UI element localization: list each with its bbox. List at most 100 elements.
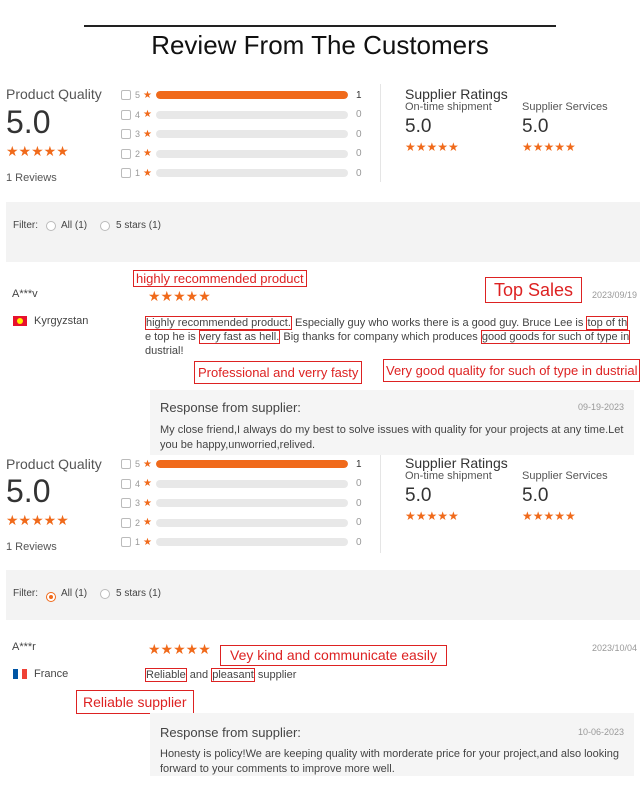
rating-bar-count: 0 [355, 148, 362, 159]
filter-all-radio[interactable] [46, 592, 56, 602]
filter-5stars-radio[interactable] [100, 589, 110, 599]
supplier-ratings-label: Supplier Ratings [405, 86, 508, 102]
review-text-part: e top he is [145, 331, 199, 343]
ontime-shipment-label: On-time shipment [405, 101, 492, 113]
rating-bar-track [155, 518, 348, 527]
reviews-count: 1 Reviews [6, 541, 57, 553]
star-icon: ★ [143, 167, 152, 179]
star-icon: ★ [143, 128, 152, 140]
rating-bar-row[interactable]: 2 ★ 0 [121, 147, 362, 161]
reviewer-name: A***v [12, 288, 38, 300]
annotation-label: Top Sales [485, 277, 583, 303]
divider [380, 84, 381, 182]
highlight: highly recommended product. [145, 316, 292, 330]
rating-bar-count: 0 [355, 497, 362, 509]
review-text-part: Big thanks for company which produces [280, 331, 481, 343]
rating-bar-row[interactable]: 1 ★ 0 [121, 166, 362, 180]
reviewer-country: Kyrgyzstan [34, 315, 89, 327]
rating-filter-checkbox[interactable] [121, 459, 131, 469]
review-date: 2023/10/04 [592, 643, 638, 653]
rating-star-number: 4 [135, 478, 141, 489]
filter-label: Filter: [13, 588, 38, 599]
star-icon: ★ [143, 89, 152, 101]
response-title: Response from supplier: [160, 400, 301, 415]
rating-bar-count: 1 [355, 458, 362, 470]
annotation-label: Reliable supplier [76, 690, 194, 714]
rating-bar-track [155, 149, 348, 158]
rating-bar-track [155, 499, 348, 507]
product-quality-score: 5.0 [6, 473, 51, 509]
rating-bar-count: 0 [355, 167, 362, 179]
filter-all-label[interactable]: All (1) [61, 220, 87, 231]
rating-filter-checkbox[interactable] [121, 90, 131, 100]
highlight: top of th [586, 316, 629, 330]
rating-filter-checkbox[interactable] [121, 478, 131, 489]
filter-all-radio[interactable] [46, 221, 56, 231]
annotation-label: Very good quality for such of type in du… [383, 359, 640, 382]
rating-star-number: 1 [135, 537, 141, 547]
rating-filter-checkbox[interactable] [121, 168, 131, 178]
response-date: 10-06-2023 [578, 727, 625, 737]
rating-bar-fill [155, 460, 348, 468]
rating-star-number: 3 [135, 498, 141, 508]
rating-bar-row[interactable]: 1 ★ 0 [121, 535, 362, 549]
supplier-services-label: Supplier Services [522, 470, 608, 482]
star-icon: ★ [143, 536, 152, 548]
supplier-services-stars: ★★★★★ [522, 140, 576, 154]
page-title: Review From The Customers [151, 30, 489, 60]
rating-filter-checkbox[interactable] [121, 129, 131, 139]
rating-bar-row[interactable]: 5 ★ 1 [121, 88, 362, 102]
rating-bar-row[interactable]: 3 ★ 0 [121, 127, 362, 141]
rating-bar-track [155, 169, 348, 177]
review-stars: ★★★★★ [148, 288, 211, 304]
review-text-part: supplier [254, 669, 297, 681]
rating-filter-checkbox[interactable] [121, 537, 131, 547]
rating-bar-row[interactable]: 4 ★ 0 [121, 108, 362, 122]
ontime-shipment-score: 5.0 [405, 485, 432, 506]
product-quality-stars: ★★★★★ [6, 143, 69, 159]
response-title: Response from supplier: [160, 725, 301, 740]
rating-bar-row[interactable]: 4 ★ 0 [121, 477, 362, 491]
response-date: 09-19-2023 [578, 402, 625, 412]
rating-filter-checkbox[interactable] [121, 498, 131, 508]
annotation-label: highly recommended product [133, 270, 307, 287]
rating-filter-checkbox[interactable] [121, 148, 131, 159]
rating-star-number: 2 [135, 148, 141, 159]
rating-bar-track [155, 110, 348, 119]
product-quality-score: 5.0 [6, 104, 51, 140]
star-icon: ★ [143, 109, 152, 120]
rating-bar-row[interactable]: 3 ★ 0 [121, 496, 362, 510]
star-icon: ★ [143, 517, 152, 528]
rating-star-number: 2 [135, 517, 141, 528]
rating-bar-track [155, 460, 348, 468]
rating-bar-row[interactable]: 5 ★ 1 [121, 457, 362, 471]
filter-5stars-radio[interactable] [100, 221, 110, 231]
ontime-shipment-label: On-time shipment [405, 470, 492, 482]
rating-star-number: 1 [135, 168, 141, 178]
france-flag-icon [13, 669, 28, 679]
product-quality-label: Product Quality [6, 86, 102, 102]
supplier-services-label: Supplier Services [522, 101, 608, 113]
kyrgyzstan-flag-icon [13, 316, 27, 326]
rating-bar-row[interactable]: 2 ★ 0 [121, 516, 362, 530]
supplier-services-score: 5.0 [522, 116, 549, 137]
rating-filter-checkbox[interactable] [121, 517, 131, 528]
response-text: My close friend,I always do my best to s… [160, 424, 624, 451]
ontime-shipment-stars: ★★★★★ [405, 140, 459, 154]
star-icon: ★ [143, 148, 152, 159]
filter-5stars-label[interactable]: 5 stars (1) [116, 588, 161, 599]
filter-bar: Filter: All (1) 5 stars (1) [6, 570, 640, 620]
rating-bar-count: 0 [355, 109, 362, 120]
reviewer-name: A***r [12, 641, 36, 653]
supplier-response: Response from supplier: 10-06-2023 Hones… [150, 713, 634, 776]
rating-star-number: 4 [135, 109, 141, 120]
review-text-part: dustrial! [145, 345, 184, 357]
reviewer-country: France [34, 668, 69, 680]
filter-5stars-label[interactable]: 5 stars (1) [116, 220, 161, 231]
rating-filter-checkbox[interactable] [121, 109, 131, 120]
rating-bar-track [155, 479, 348, 488]
review-text-part: Especially guy who works there is a good… [291, 317, 587, 329]
rating-star-number: 5 [135, 459, 141, 469]
filter-all-label[interactable]: All (1) [61, 588, 87, 599]
product-quality-label: Product Quality [6, 456, 102, 472]
